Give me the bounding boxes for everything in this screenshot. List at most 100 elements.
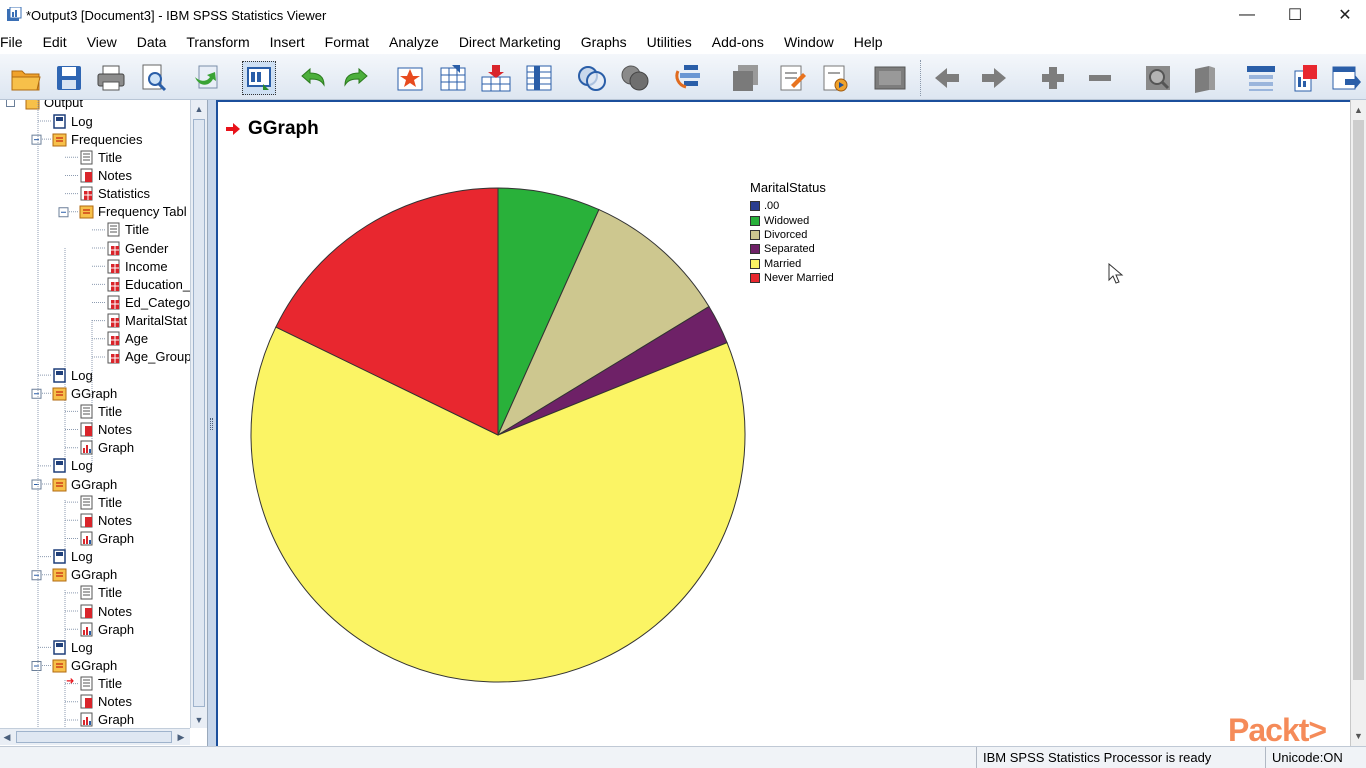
- menu-window[interactable]: Window: [774, 34, 844, 50]
- outline-item-frequencies[interactable]: Frequencies: [52, 130, 143, 148]
- hide-icon[interactable]: [1188, 61, 1222, 95]
- outline-item-maritalstat[interactable]: MaritalStat: [106, 312, 187, 330]
- outline-item-title[interactable]: Title: [79, 402, 122, 420]
- content-vertical-scrollbar[interactable]: ▲ ▼: [1350, 100, 1366, 746]
- menu-analyze[interactable]: Analyze: [379, 34, 449, 50]
- print-icon[interactable]: [94, 61, 128, 95]
- scroll-down-arrow-icon[interactable]: ▼: [191, 711, 207, 728]
- scroll-up-arrow-icon[interactable]: ▲: [191, 100, 207, 117]
- folder-icon: [79, 205, 94, 219]
- outline-item-log[interactable]: Log: [52, 366, 93, 384]
- menu-file[interactable]: File: [0, 34, 33, 50]
- menu-format[interactable]: Format: [315, 34, 379, 50]
- outline-item-notes[interactable]: Notes: [79, 421, 132, 439]
- outline-item-title[interactable]: Title: [79, 584, 122, 602]
- outline-item-graph[interactable]: Graph: [79, 529, 134, 547]
- scroll-right-arrow-icon[interactable]: ▶: [174, 729, 188, 745]
- menu-graphs[interactable]: Graphs: [571, 34, 637, 50]
- outline-item-log[interactable]: Log: [52, 457, 93, 475]
- legend-item: Separated: [750, 242, 834, 256]
- outline-item-graph[interactable]: Graph: [79, 711, 134, 728]
- content-scroll-up-icon[interactable]: ▲: [1351, 102, 1366, 118]
- open-folder-icon[interactable]: [9, 61, 43, 95]
- outline-item-title[interactable]: Title ➜: [66, 675, 122, 693]
- collapse-icon[interactable]: [1083, 61, 1117, 95]
- goto-case-icon[interactable]: [393, 61, 427, 95]
- outline-item-gender[interactable]: Gender: [106, 239, 168, 257]
- maximize-button[interactable]: ☐: [1270, 0, 1320, 30]
- export-icon[interactable]: [190, 61, 224, 95]
- outline-item-graph[interactable]: Graph: [79, 439, 134, 457]
- outline-item-ed-catego[interactable]: Ed_Catego: [106, 294, 190, 312]
- outline-item-title[interactable]: Title: [106, 221, 149, 239]
- export-output-icon[interactable]: [1330, 61, 1364, 95]
- goto-variable-icon[interactable]: [436, 61, 470, 95]
- outline-item-title[interactable]: Title: [79, 493, 122, 511]
- table-icon: [107, 259, 120, 274]
- recall-dialog-icon[interactable]: [242, 61, 276, 95]
- outline-item-label: Title: [98, 403, 123, 419]
- menu-utilities[interactable]: Utilities: [637, 34, 702, 50]
- expand-icon[interactable]: [1036, 61, 1070, 95]
- output-heading[interactable]: GGraph: [226, 118, 319, 140]
- select-cases-icon[interactable]: [575, 61, 609, 95]
- outline-item-log[interactable]: Log: [52, 638, 93, 656]
- outline-item-notes[interactable]: Notes: [79, 602, 132, 620]
- outline-item-notes[interactable]: Notes: [79, 166, 132, 184]
- menu-direct-marketing[interactable]: Direct Marketing: [449, 34, 571, 50]
- outline-item-statistics[interactable]: Statistics: [79, 185, 150, 203]
- demote-icon[interactable]: [977, 61, 1011, 95]
- outline-item-income[interactable]: Income: [106, 257, 168, 275]
- content-scroll-down-icon[interactable]: ▼: [1351, 728, 1366, 744]
- content-scroll-thumb[interactable]: [1353, 120, 1364, 680]
- insert-new-text-icon[interactable]: [1289, 61, 1323, 95]
- insert-page-break-icon[interactable]: [873, 61, 907, 95]
- variables-icon[interactable]: [522, 61, 556, 95]
- menu-data[interactable]: Data: [127, 34, 177, 50]
- outline-item-label: Income: [125, 258, 168, 274]
- outline-item-ggraph[interactable]: GGraph: [52, 475, 117, 493]
- save-icon[interactable]: [52, 61, 86, 95]
- outline-item-age[interactable]: Age: [106, 330, 148, 348]
- insert-text-icon[interactable]: [818, 61, 852, 95]
- scroll-left-arrow-icon[interactable]: ◀: [0, 729, 14, 745]
- menu-add-ons[interactable]: Add-ons: [702, 34, 774, 50]
- outline-item-education-[interactable]: Education_: [106, 275, 190, 293]
- outline-horizontal-scrollbar[interactable]: ◀ ▶: [0, 728, 190, 745]
- outline-item-ggraph[interactable]: GGraph: [52, 384, 117, 402]
- outline-hscroll-thumb[interactable]: [16, 731, 172, 743]
- menu-transform[interactable]: Transform: [176, 34, 259, 50]
- undo-icon[interactable]: [296, 61, 330, 95]
- show-icon[interactable]: [1141, 61, 1175, 95]
- menu-help[interactable]: Help: [844, 34, 893, 50]
- menu-edit[interactable]: Edit: [33, 34, 77, 50]
- outline-item-ggraph[interactable]: GGraph: [52, 657, 117, 675]
- pie-chart[interactable]: [243, 177, 803, 737]
- split-file-icon[interactable]: [673, 61, 707, 95]
- minimize-button[interactable]: —: [1222, 0, 1272, 30]
- outline-item-ggraph[interactable]: GGraph: [52, 566, 117, 584]
- outline-item-frequency-tabl[interactable]: Frequency Tabl: [79, 203, 187, 221]
- outline-item-title[interactable]: Title: [79, 148, 122, 166]
- designate-window-icon[interactable]: [729, 61, 763, 95]
- outline-scroll-thumb[interactable]: [193, 119, 205, 707]
- outline-item-age-group[interactable]: Age_Group: [106, 348, 190, 366]
- insert-heading-icon[interactable]: [1244, 61, 1278, 95]
- menu-insert[interactable]: Insert: [260, 34, 315, 50]
- pane-splitter[interactable]: [208, 100, 216, 746]
- close-button[interactable]: ✕: [1320, 0, 1366, 30]
- outline-item-notes[interactable]: Notes: [79, 511, 132, 529]
- promote-icon[interactable]: [930, 61, 964, 95]
- outline-vertical-scrollbar[interactable]: ▲ ▼: [190, 100, 207, 728]
- outline-item-notes[interactable]: Notes: [79, 693, 132, 711]
- insert-cases-icon[interactable]: [479, 61, 513, 95]
- legend-swatch: [750, 244, 760, 255]
- outline-item-log[interactable]: Log: [52, 548, 93, 566]
- outline-item-log[interactable]: Log: [52, 112, 93, 130]
- menu-view[interactable]: View: [77, 34, 127, 50]
- insert-title-icon[interactable]: [775, 61, 809, 95]
- outline-item-graph[interactable]: Graph: [79, 620, 134, 638]
- print-preview-icon[interactable]: [137, 61, 171, 95]
- redo-icon[interactable]: [339, 61, 373, 95]
- weight-cases-icon[interactable]: [618, 61, 652, 95]
